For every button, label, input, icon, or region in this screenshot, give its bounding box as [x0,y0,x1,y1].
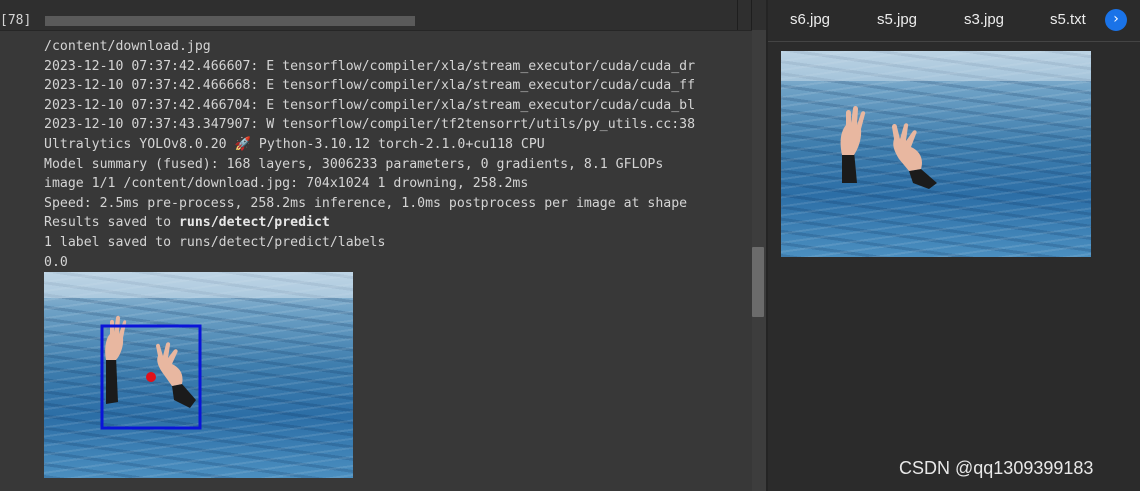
watermark: CSDN @qq1309399183 [899,458,1094,478]
results-prefix: Results saved to [44,215,179,231]
output-line: Speed: 2.5ms pre-process, 258.2ms infere… [44,195,688,211]
detection-centroid [146,372,156,382]
horizontal-scrollbar[interactable] [45,16,415,26]
tab-s5-jpg[interactable]: s5.jpg [877,11,917,28]
results-path: runs/detect/predict [178,215,330,231]
file-viewer-panel: s6.jpg s5.jpg s3.jpg s5.txt › [768,0,1140,491]
output-line: 2023-12-10 07:37:42.466668: E tensorflow… [44,78,696,94]
toolbar-divider [737,0,738,30]
vertical-scrollbar-thumb[interactable] [752,247,764,317]
output-line: 2023-12-10 07:37:42.466704: E tensorflow… [44,97,696,113]
output-line: 1 label saved to runs/detect/predict/lab… [44,234,386,250]
detection-result-image [44,272,353,478]
cell-toolbar: [78] [0,0,766,31]
output-line: image 1/1 /content/download.jpg: 704x102… [44,176,529,192]
chevron-right-icon[interactable]: › [1105,9,1127,31]
file-tabs: s6.jpg s5.jpg s3.jpg s5.txt › [768,0,1140,42]
output-line: 2023-12-10 07:37:43.347907: W tensorflow… [44,117,696,133]
toolbar-divider [751,0,752,30]
cell-output: /content/download.jpg 2023-12-10 07:37:4… [44,37,752,272]
output-line: 2023-12-10 07:37:42.466607: E tensorflow… [44,58,696,74]
output-line: 0.0 [44,254,68,270]
output-line-results: Results saved to runs/detect/predict [44,213,752,233]
execution-count: [78] [0,13,32,28]
notebook-cell: [78] /content/download.jpg 2023-12-10 07… [0,0,766,491]
tab-s3-jpg[interactable]: s3.jpg [964,11,1004,28]
output-line: Model summary (fused): 168 layers, 30062… [44,156,664,172]
output-line: Ultralytics YOLOv8.0.20 🚀 Python-3.10.12… [44,136,545,152]
tab-s6-jpg[interactable]: s6.jpg [790,11,830,28]
tab-s5-txt[interactable]: s5.txt [1050,11,1086,28]
output-line: /content/download.jpg [44,39,211,54]
preview-image [781,51,1091,257]
